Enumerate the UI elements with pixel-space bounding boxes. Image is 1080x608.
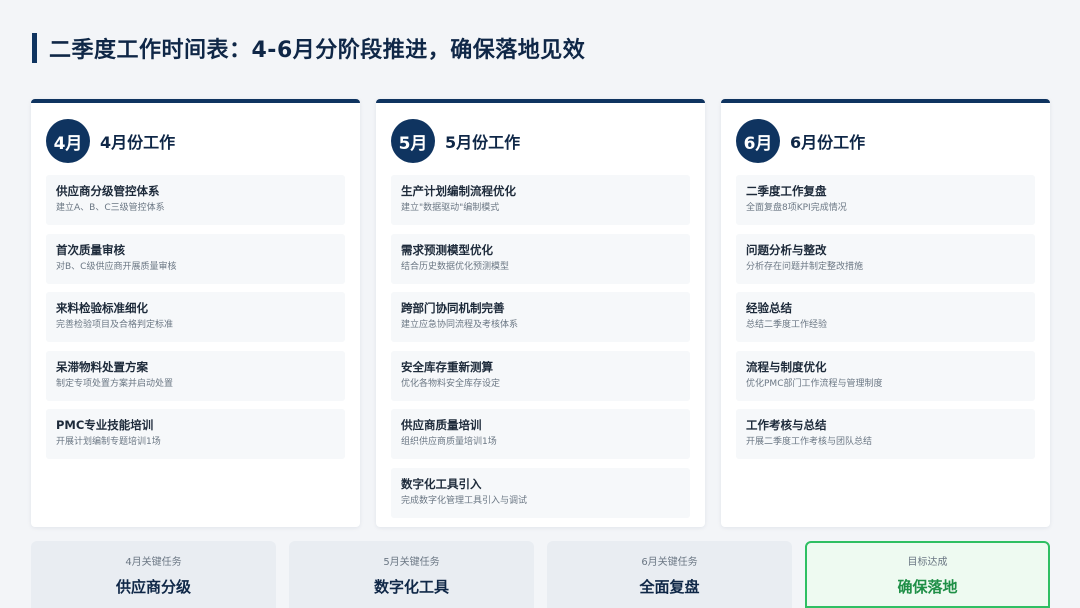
task-card: 生产计划编制流程优化 建立"数据驱动"编制模式 bbox=[391, 175, 690, 225]
task-desc: 开展计划编制专题培训1场 bbox=[56, 437, 161, 447]
task-card: 供应商分级管控体系 建立A、B、C三级管控体系 bbox=[46, 175, 345, 225]
task-name: 经验总结 bbox=[746, 301, 792, 315]
task-name: 首次质量审核 bbox=[56, 242, 125, 257]
summary-value: 确保落地 bbox=[897, 577, 958, 596]
column-header: 4月 4月份工作 bbox=[46, 117, 345, 165]
summary-value: 全面复盘 bbox=[639, 577, 700, 596]
column-title: 4月份工作 bbox=[100, 133, 176, 152]
task-name: PMC专业技能培训 bbox=[56, 418, 154, 432]
summary-row: 4月关键任务 供应商分级 5月关键任务 数字化工具 6月关键任务 全面复盘 目标… bbox=[31, 541, 1050, 608]
task-desc: 优化各物料安全库存设定 bbox=[401, 378, 501, 389]
task-desc: 建立"数据驱动"编制模式 bbox=[401, 203, 500, 213]
task-card: 数字化工具引入 完成数字化管理工具引入与调试 bbox=[391, 467, 690, 518]
task-desc: 建立A、B、C三级管控体系 bbox=[56, 203, 165, 213]
task-card: 二季度工作复盘 全面复盘8项KPI完成情况 bbox=[736, 175, 1035, 225]
task-desc: 制定专项处置方案并启动处置 bbox=[56, 378, 174, 389]
month-badge: 5月 bbox=[391, 119, 435, 163]
task-desc: 全面复盘8项KPI完成情况 bbox=[746, 203, 847, 213]
task-card: 来料检验标准细化 完善检验项目及合格判定标准 bbox=[46, 292, 345, 342]
task-name: 安全库存重新测算 bbox=[401, 359, 493, 374]
task-desc: 完善检验项目及合格判定标准 bbox=[56, 320, 174, 330]
column-title: 6月份工作 bbox=[790, 133, 866, 152]
task-name: 供应商分级管控体系 bbox=[56, 184, 160, 198]
task-desc: 总结二季度工作经验 bbox=[746, 320, 828, 330]
task-name: 供应商质量培训 bbox=[401, 418, 482, 432]
summary-label: 6月关键任务 bbox=[641, 556, 698, 568]
column-april: 4月 4月份工作 供应商分级管控体系 建立A、B、C三级管控体系 首次质量审核 … bbox=[31, 99, 360, 527]
task-name: 流程与制度优化 bbox=[746, 359, 827, 374]
task-card: 工作考核与总结 开展二季度工作考核与团队总结 bbox=[736, 409, 1035, 459]
task-name: 呆滞物料处置方案 bbox=[56, 359, 148, 374]
page-title: 二季度工作时间表：4-6月分阶段推进，确保落地见效 bbox=[49, 38, 586, 63]
month-badge: 6月 bbox=[736, 119, 780, 163]
month-badge: 4月 bbox=[46, 119, 90, 163]
summary-value: 数字化工具 bbox=[373, 577, 449, 596]
task-name: 需求预测模型优化 bbox=[401, 242, 493, 257]
task-name: 二季度工作复盘 bbox=[746, 184, 827, 198]
task-name: 工作考核与总结 bbox=[746, 418, 827, 432]
title-accent-bar bbox=[32, 33, 37, 63]
task-desc: 建立应急协同流程及考核体系 bbox=[401, 320, 519, 330]
task-card: 安全库存重新测算 优化各物料安全库存设定 bbox=[391, 350, 690, 401]
column-title: 5月份工作 bbox=[445, 133, 521, 152]
task-name: 数字化工具引入 bbox=[401, 476, 482, 491]
task-card: 供应商质量培训 组织供应商质量培训1场 bbox=[391, 409, 690, 459]
summary-label: 目标达成 bbox=[907, 556, 948, 568]
page-header: 二季度工作时间表：4-6月分阶段推进，确保落地见效 bbox=[32, 32, 585, 64]
task-card: 首次质量审核 对B、C级供应商开展质量审核 bbox=[46, 233, 345, 284]
task-card: PMC专业技能培训 开展计划编制专题培训1场 bbox=[46, 409, 345, 459]
summary-card-april: 4月关键任务 供应商分级 bbox=[31, 541, 276, 608]
summary-label: 5月关键任务 bbox=[383, 556, 440, 568]
summary-card-may: 5月关键任务 数字化工具 bbox=[289, 541, 534, 608]
task-desc: 对B、C级供应商开展质量审核 bbox=[56, 261, 177, 272]
task-desc: 分析存在问题并制定整改措施 bbox=[746, 261, 864, 272]
summary-card-goal: 目标达成 确保落地 bbox=[805, 541, 1050, 608]
column-june: 6月 6月份工作 二季度工作复盘 全面复盘8项KPI完成情况 问题分析与整改 分… bbox=[721, 99, 1050, 527]
column-header: 6月 6月份工作 bbox=[736, 117, 1035, 165]
summary-card-june: 6月关键任务 全面复盘 bbox=[547, 541, 792, 608]
task-desc: 优化PMC部门工作流程与管理制度 bbox=[746, 378, 883, 389]
summary-value: 供应商分级 bbox=[115, 577, 191, 596]
summary-label: 4月关键任务 bbox=[125, 556, 182, 568]
task-card: 流程与制度优化 优化PMC部门工作流程与管理制度 bbox=[736, 350, 1035, 401]
column-may: 5月 5月份工作 生产计划编制流程优化 建立"数据驱动"编制模式 需求预测模型优… bbox=[376, 99, 705, 527]
task-desc: 组织供应商质量培训1场 bbox=[401, 437, 497, 447]
task-card: 问题分析与整改 分析存在问题并制定整改措施 bbox=[736, 233, 1035, 284]
task-name: 跨部门协同机制完善 bbox=[401, 301, 505, 315]
task-card: 呆滞物料处置方案 制定专项处置方案并启动处置 bbox=[46, 350, 345, 401]
month-columns: 4月 4月份工作 供应商分级管控体系 建立A、B、C三级管控体系 首次质量审核 … bbox=[31, 99, 1050, 527]
task-card: 经验总结 总结二季度工作经验 bbox=[736, 292, 1035, 342]
task-name: 生产计划编制流程优化 bbox=[401, 184, 516, 198]
task-desc: 结合历史数据优化预测模型 bbox=[401, 261, 510, 272]
column-header: 5月 5月份工作 bbox=[391, 117, 690, 165]
task-name: 来料检验标准细化 bbox=[56, 301, 148, 315]
task-card: 需求预测模型优化 结合历史数据优化预测模型 bbox=[391, 233, 690, 284]
slide: 二季度工作时间表：4-6月分阶段推进，确保落地见效 4月 4月份工作 供应商分级… bbox=[0, 0, 1080, 608]
task-name: 问题分析与整改 bbox=[746, 242, 827, 257]
task-desc: 开展二季度工作考核与团队总结 bbox=[746, 437, 873, 447]
task-desc: 完成数字化管理工具引入与调试 bbox=[401, 495, 528, 506]
task-card: 跨部门协同机制完善 建立应急协同流程及考核体系 bbox=[391, 292, 690, 342]
